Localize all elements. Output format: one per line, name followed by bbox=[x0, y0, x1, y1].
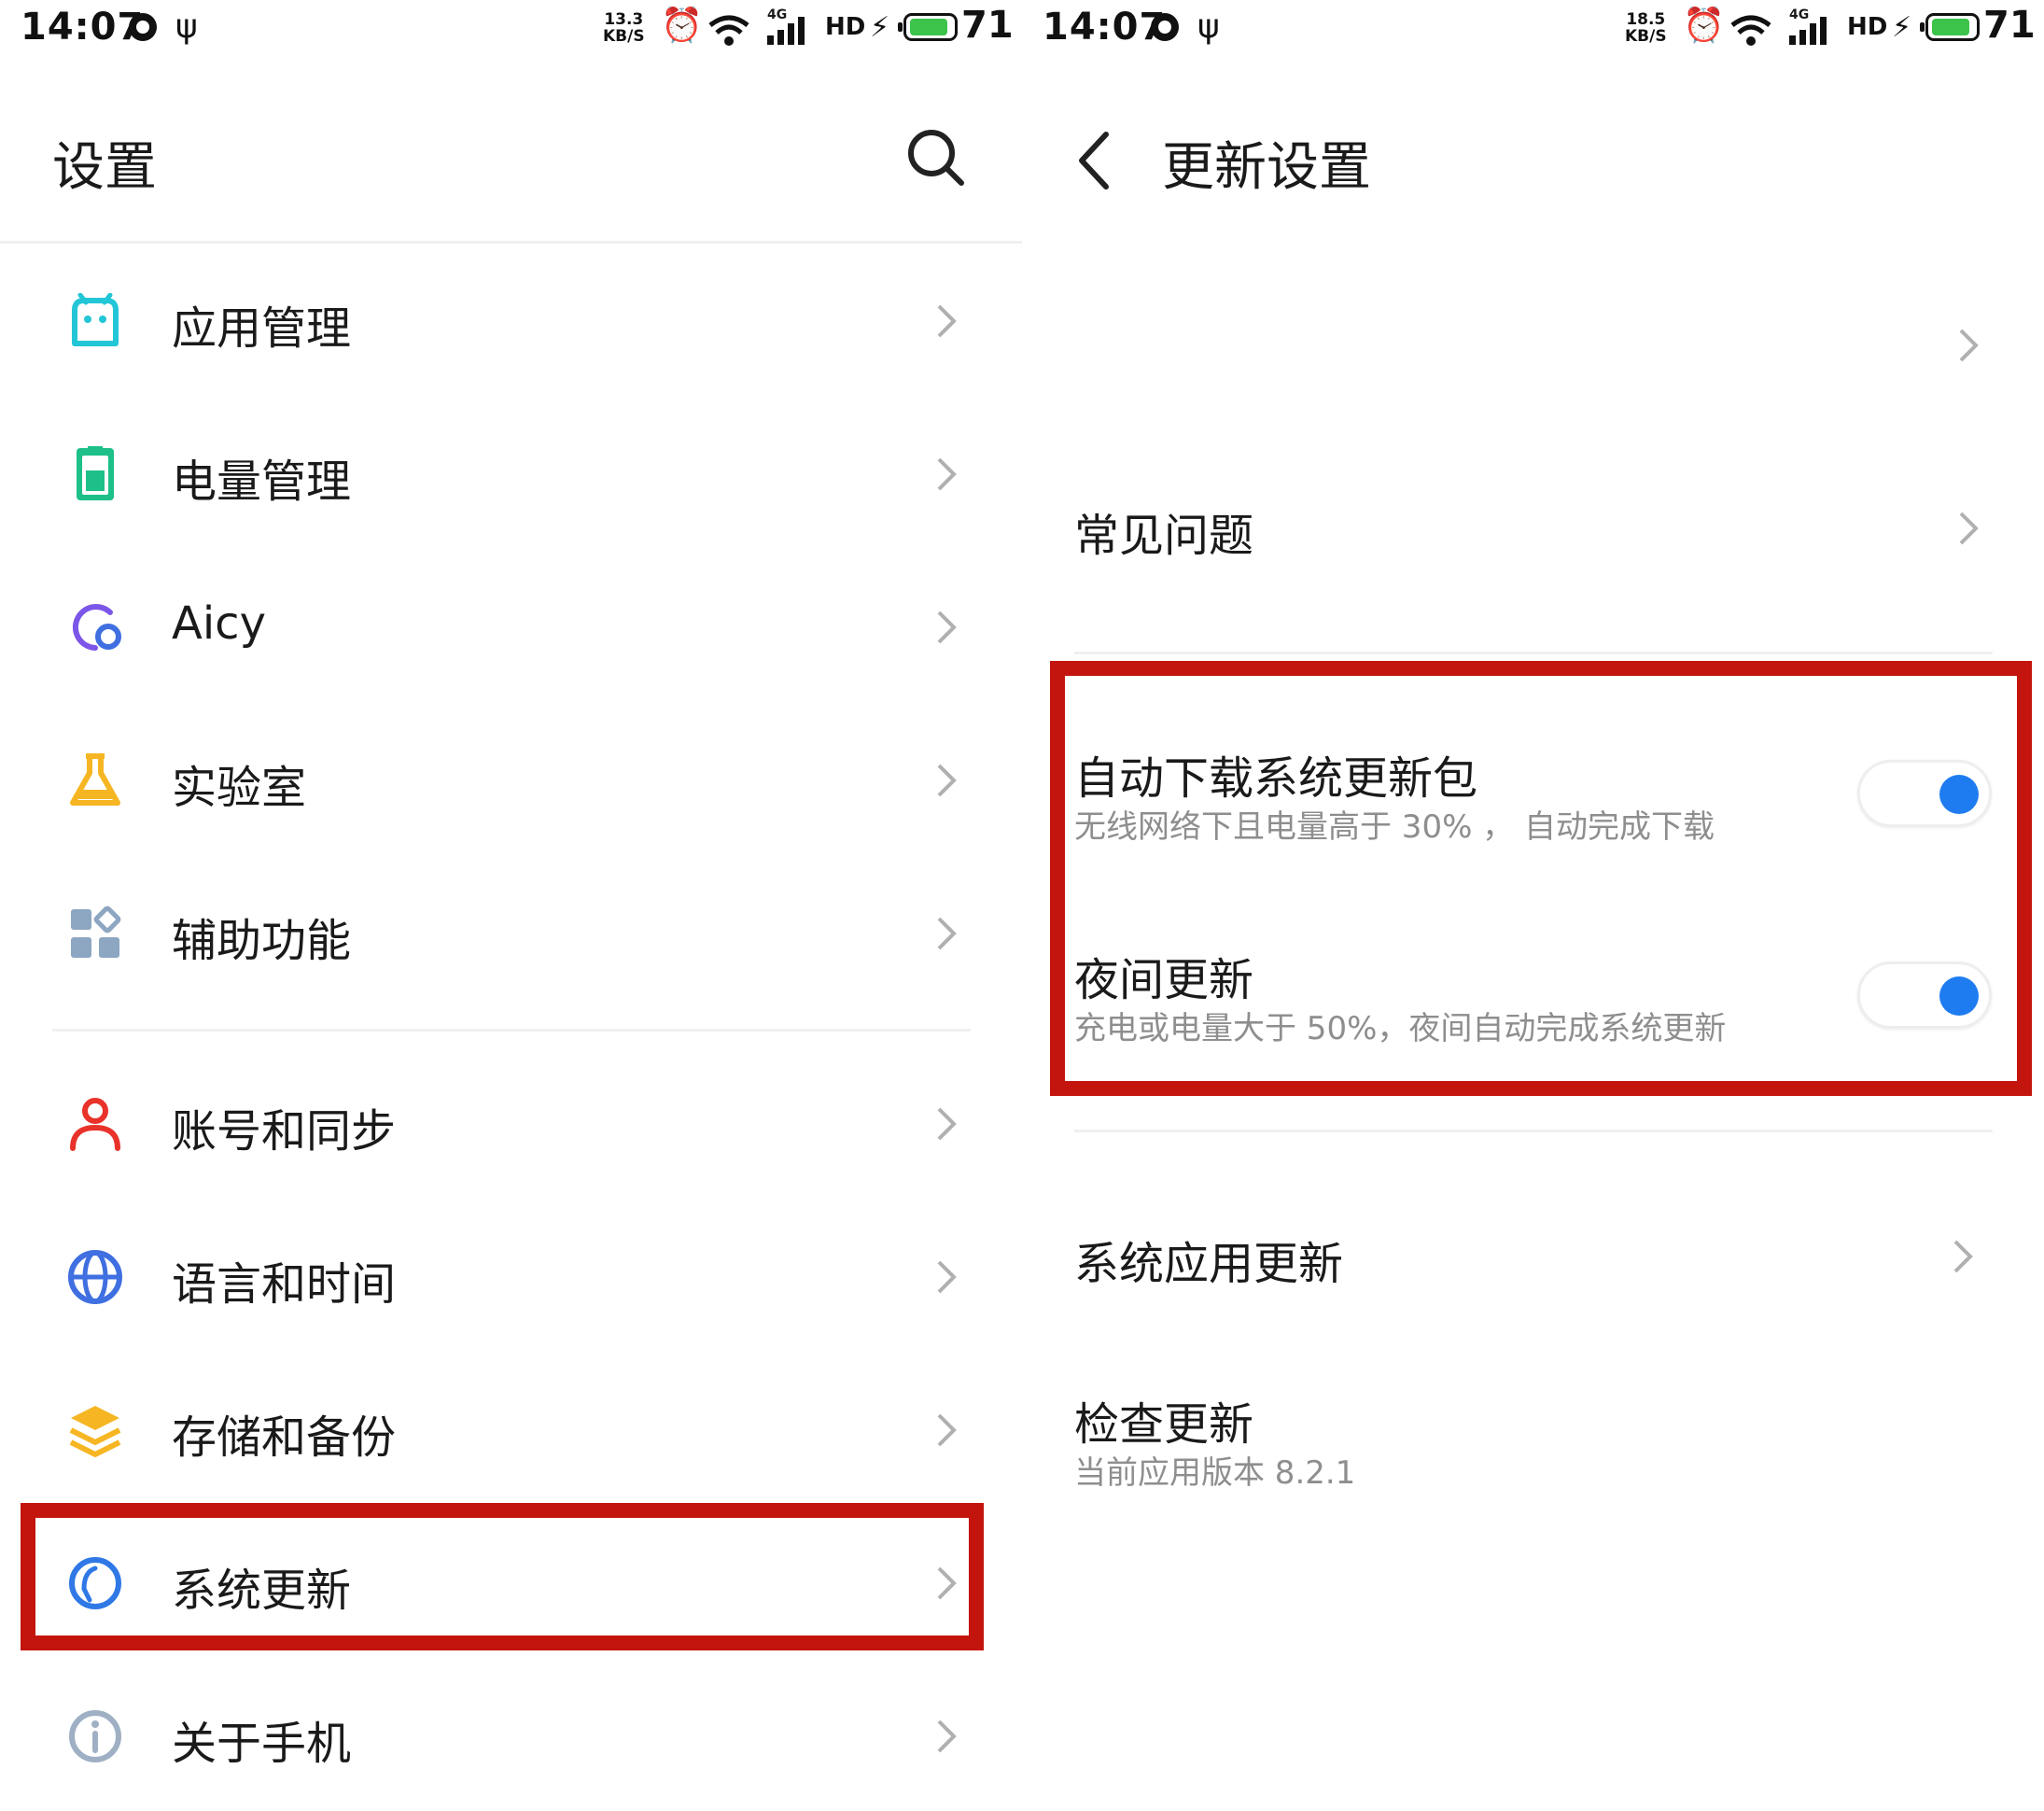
screenshot: 14:07 ψ 13.3 KB/S ⏰ 4G HD ⚡ 71 设置 应用管理 电… bbox=[0, 0, 2044, 1811]
back-arrow-icon[interactable] bbox=[1074, 131, 1112, 190]
settings-item-about-phone[interactable]: 关于手机 bbox=[0, 1684, 1022, 1787]
battery-level: 71 bbox=[1983, 4, 2036, 47]
page-title: 设置 bbox=[52, 137, 157, 198]
check-update-item[interactable]: 检查更新 当前应用版本 8.2.1 bbox=[1022, 1372, 2044, 1512]
notification-icon bbox=[129, 13, 157, 41]
system-app-update-label: 系统应用更新 bbox=[1074, 1238, 1344, 1290]
settings-item-label: 实验室 bbox=[172, 762, 307, 814]
settings-item-accessibility[interactable]: 辅助功能 bbox=[0, 881, 1022, 984]
wifi-icon bbox=[708, 15, 749, 46]
globe-icon bbox=[68, 1250, 122, 1304]
chevron-right-icon bbox=[937, 304, 957, 338]
update-settings-screen: 14:07 ψ 18.5 KB/S ⏰ 4G HD ⚡ 71 更新设置 常见问题… bbox=[1022, 0, 2044, 1811]
charging-icon: ⚡ bbox=[870, 11, 890, 44]
aicy-icon bbox=[72, 604, 121, 651]
settings-item-blank[interactable] bbox=[1022, 289, 2044, 401]
lab-flask-icon bbox=[70, 753, 120, 806]
account-icon bbox=[70, 1098, 120, 1151]
chevron-right-icon bbox=[937, 1720, 957, 1753]
chevron-right-icon bbox=[1959, 512, 1979, 545]
settings-item-label: 关于手机 bbox=[172, 1718, 352, 1770]
settings-item-label: 账号和同步 bbox=[172, 1105, 397, 1158]
chevron-right-icon bbox=[937, 764, 957, 797]
settings-item-language-time[interactable]: 语言和时间 bbox=[0, 1225, 1022, 1327]
usb-icon: ψ bbox=[175, 7, 198, 46]
network-speed: 13.3 KB/S bbox=[603, 10, 645, 46]
highlight-box-update-toggles bbox=[1050, 661, 2032, 1096]
settings-item-account[interactable]: 账号和同步 bbox=[0, 1072, 1022, 1174]
faq-item[interactable]: 常见问题 bbox=[1022, 476, 2044, 579]
settings-item-label: Aicy bbox=[172, 597, 266, 650]
app-version-text: 当前应用版本 8.2.1 bbox=[1074, 1454, 1356, 1492]
status-bar: 14:07 ψ 18.5 KB/S ⏰ 4G HD ⚡ 71 bbox=[1022, 0, 2044, 58]
faq-label: 常见问题 bbox=[1074, 510, 1254, 562]
hd-voice-icon: HD bbox=[1847, 13, 1888, 41]
usb-icon: ψ bbox=[1197, 7, 1220, 46]
chevron-right-icon bbox=[937, 1107, 957, 1141]
settings-item-aicy[interactable]: Aicy bbox=[0, 575, 1022, 678]
app-management-icon bbox=[72, 293, 119, 346]
signal-icon bbox=[1789, 17, 1827, 45]
storage-layers-icon bbox=[69, 1406, 121, 1457]
chevron-right-icon bbox=[937, 457, 957, 491]
signal-icon bbox=[767, 17, 805, 45]
settings-item-label: 应用管理 bbox=[172, 302, 352, 355]
settings-item-battery[interactable]: 电量管理 bbox=[0, 422, 1022, 525]
status-time: 14:07 bbox=[1043, 6, 1167, 49]
chevron-right-icon bbox=[937, 1413, 957, 1447]
settings-item-label: 电量管理 bbox=[172, 456, 352, 508]
charging-icon: ⚡ bbox=[1892, 11, 1912, 44]
highlight-box-system-update bbox=[21, 1503, 984, 1650]
section-divider bbox=[1074, 652, 1993, 654]
chevron-right-icon bbox=[1953, 1240, 1973, 1273]
alarm-icon: ⏰ bbox=[661, 7, 703, 45]
status-time: 14:07 bbox=[21, 6, 145, 49]
notification-icon bbox=[1151, 13, 1179, 41]
settings-item-label: 辅助功能 bbox=[172, 915, 352, 967]
battery-level: 71 bbox=[961, 4, 1014, 47]
check-update-label: 检查更新 bbox=[1074, 1398, 1254, 1451]
settings-item-label: 存储和备份 bbox=[172, 1411, 397, 1464]
wifi-icon bbox=[1730, 15, 1771, 46]
system-app-update-item[interactable]: 系统应用更新 bbox=[1022, 1204, 2044, 1307]
hd-voice-icon: HD bbox=[825, 13, 866, 41]
accessibility-icon bbox=[71, 906, 121, 958]
chevron-right-icon bbox=[937, 611, 957, 644]
info-icon bbox=[69, 1710, 121, 1762]
settings-item-app-management[interactable]: 应用管理 bbox=[0, 269, 1022, 372]
settings-screen: 14:07 ψ 13.3 KB/S ⏰ 4G HD ⚡ 71 设置 应用管理 电… bbox=[0, 0, 1022, 1811]
battery-icon bbox=[1920, 13, 1980, 41]
section-divider bbox=[1074, 1130, 1993, 1132]
settings-item-label: 语言和时间 bbox=[172, 1258, 397, 1311]
network-speed: 18.5 KB/S bbox=[1625, 10, 1667, 46]
search-icon[interactable] bbox=[905, 127, 967, 189]
chevron-right-icon bbox=[1959, 329, 1979, 362]
battery-icon bbox=[898, 13, 958, 41]
page-title: 更新设置 bbox=[1162, 137, 1371, 198]
chevron-right-icon bbox=[937, 1260, 957, 1294]
status-bar: 14:07 ψ 13.3 KB/S ⏰ 4G HD ⚡ 71 bbox=[0, 0, 1022, 58]
section-divider bbox=[52, 1029, 971, 1032]
chevron-right-icon bbox=[937, 917, 957, 950]
settings-item-storage-backup[interactable]: 存储和备份 bbox=[0, 1378, 1022, 1481]
battery-management-icon bbox=[77, 446, 114, 500]
settings-item-lab[interactable]: 实验室 bbox=[0, 728, 1022, 831]
alarm-icon: ⏰ bbox=[1683, 7, 1725, 45]
header-divider bbox=[0, 241, 1022, 244]
